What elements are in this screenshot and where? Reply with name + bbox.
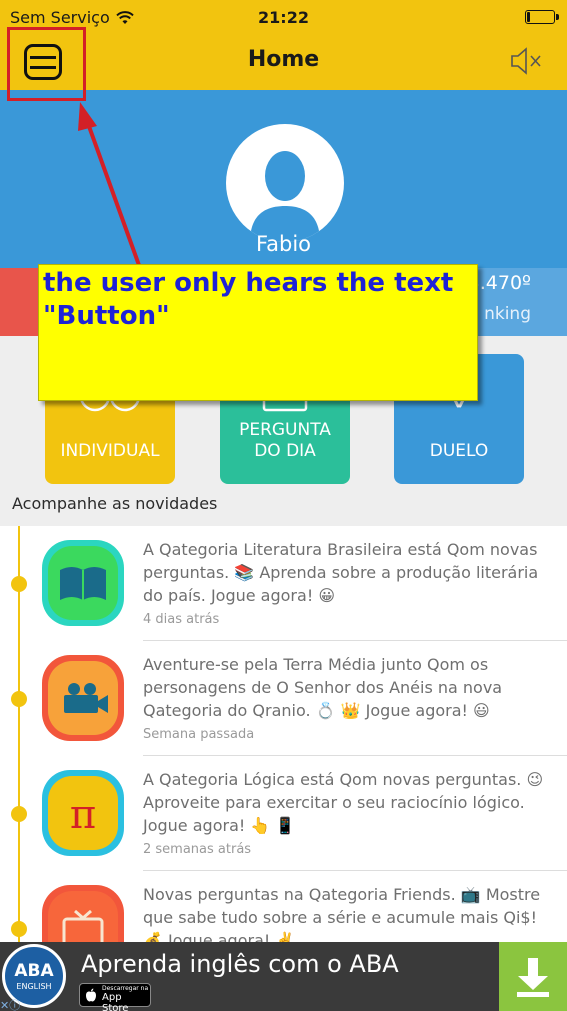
tv-icon — [42, 885, 124, 942]
user-silhouette-icon — [250, 151, 320, 242]
download-icon — [517, 958, 549, 997]
feed-item-text: A Qategoria Literatura Brasileira está Q… — [143, 540, 539, 605]
ad-banner[interactable]: ABA ENGLISH Aprenda inglês com o ABA Des… — [0, 942, 567, 1011]
mode-label: PERGUNTA DO DIA — [239, 420, 331, 461]
feed-item-time: Semana passada — [143, 727, 255, 742]
profile-name: Fabio — [255, 232, 312, 256]
clock: 21:22 — [258, 8, 309, 27]
battery-level — [527, 12, 530, 22]
annotation-note: the user only hears the text "Button" — [38, 264, 478, 401]
feed-item-text: Aventure-se pela Terra Média junto Qom o… — [143, 655, 503, 720]
store-line1: Descarregar na — [102, 985, 149, 992]
stats-left-segment — [0, 268, 40, 336]
ad-choices-icon[interactable]: ✕ⓘ — [0, 997, 38, 1011]
ad-logo-text: ABA — [14, 961, 54, 981]
feed-item-text: A Qategoria Lógica está Qom novas pergun… — [143, 770, 544, 835]
feed-item[interactable]: Aventure-se pela Terra Média junto Qom o… — [0, 641, 567, 756]
annotation-text: the user only hears the text "Button" — [43, 268, 454, 331]
store-line2: App Store — [102, 992, 129, 1011]
feed-item-text: Novas perguntas na Qategoria Friends. 📺 … — [143, 885, 541, 942]
feed-item[interactable]: A Qategoria Literatura Brasileira está Q… — [0, 526, 567, 641]
news-feed: A Qategoria Literatura Brasileira está Q… — [0, 526, 567, 942]
mute-button[interactable] — [509, 46, 543, 76]
mode-label: DUELO — [429, 441, 489, 461]
battery-icon — [525, 10, 559, 24]
profile-header: Fabio — [0, 90, 567, 268]
feed-item[interactable]: π A Qategoria Lógica está Qom novas perg… — [0, 756, 567, 871]
ad-logo-sub: ENGLISH — [16, 982, 52, 991]
timeline-dot — [11, 691, 27, 707]
download-button[interactable] — [499, 942, 567, 1011]
app-store-badge[interactable]: Descarregar na App Store — [79, 983, 151, 1011]
book-icon — [42, 540, 124, 626]
timeline-dot — [11, 806, 27, 822]
ad-text: Aprenda inglês com o ABA — [81, 950, 399, 978]
timeline-dot — [11, 921, 27, 937]
feed-item-time: 4 dias atrás — [143, 612, 220, 627]
avatar[interactable] — [226, 124, 344, 242]
movie-camera-icon — [42, 655, 124, 741]
annotation-highlight-box — [7, 27, 86, 101]
pi-icon: π — [42, 770, 124, 856]
svg-text:π: π — [70, 792, 96, 838]
feed-item[interactable]: Novas perguntas na Qategoria Friends. 📺 … — [0, 871, 567, 942]
mode-label: INDIVIDUAL — [60, 441, 160, 461]
apple-icon — [86, 988, 96, 1002]
news-section-title: Acompanhe as novidades — [12, 494, 218, 513]
ranking-label: nking — [484, 304, 531, 324]
feed-item-time: 2 semanas atrás — [143, 842, 252, 857]
speaker-muted-icon — [511, 47, 541, 75]
timeline-dot — [11, 576, 27, 592]
